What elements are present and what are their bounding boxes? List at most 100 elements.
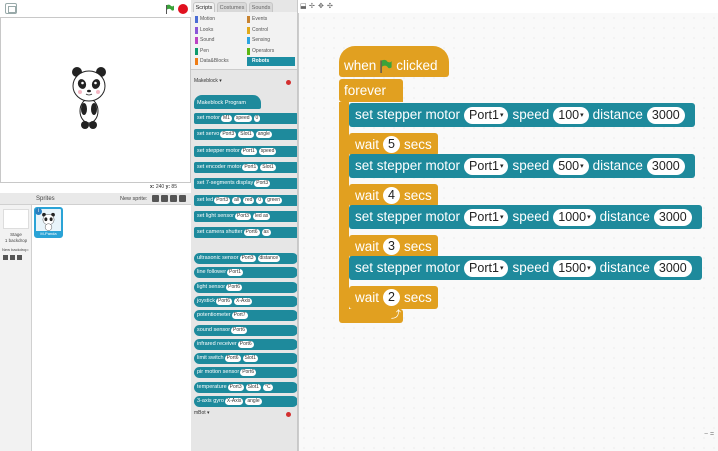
grow-icon[interactable]: ✥ — [318, 3, 324, 10]
palette-block-arg[interactable]: Port6 — [240, 369, 257, 377]
stage-canvas[interactable] — [0, 17, 191, 183]
speed-dropdown[interactable]: 1500 — [553, 259, 596, 277]
speed-dropdown[interactable]: 1000 — [553, 208, 596, 226]
palette-block-arg[interactable]: Port7 — [231, 312, 248, 320]
when-flag-clicked-block[interactable]: when clicked — [339, 46, 449, 77]
distance-input[interactable]: 3000 — [653, 259, 692, 277]
palette-block-arg[interactable]: as — [261, 229, 271, 237]
palette-block-arg[interactable]: X-Axis — [233, 297, 253, 305]
delete-tool-icon[interactable]: ✢ — [309, 3, 315, 10]
presentation-mode-icon[interactable] — [5, 3, 17, 14]
palette-block-arg[interactable]: Port6 — [231, 326, 247, 334]
palette-block-set-servo[interactable]: set servo Port3 Slot1 angle — [194, 129, 297, 141]
zoom-controls[interactable]: − = — [704, 431, 714, 438]
palette-block-sound-sensor[interactable]: sound sensor Port6 — [194, 324, 297, 336]
palette-block-arg[interactable]: Slot1 — [260, 163, 276, 171]
palette-block-arg[interactable]: angle — [245, 398, 262, 405]
palette-block-potentiometer[interactable]: potentiometer Port7 — [194, 310, 297, 322]
palette-block-arg[interactable]: Port6 — [224, 355, 241, 363]
palette-block-arg[interactable]: Port1 — [227, 269, 243, 277]
distance-input[interactable]: 3000 — [646, 157, 685, 175]
palette-block-limit-switch[interactable]: limit switch Port6 Slot1 — [194, 353, 297, 365]
backdrop-paint-icon[interactable] — [3, 255, 8, 260]
port-dropdown[interactable]: Port1 — [464, 259, 509, 277]
wait-secs-block[interactable]: wait 5 secs — [349, 133, 438, 156]
shrink-icon[interactable]: ✣ — [327, 3, 333, 10]
stop-icon[interactable] — [178, 4, 188, 14]
palette-block-arg[interactable]: X-Axis — [224, 398, 244, 405]
palette-block-arg[interactable]: Slot1 — [245, 383, 262, 391]
palette-block-ultrasonic-sensor[interactable]: ultrasonic sensor Port3 distance — [194, 253, 297, 264]
tab-sounds[interactable]: Sounds — [249, 2, 273, 12]
set-stepper-motor-block[interactable]: set stepper motorPort1speed100distance30… — [349, 103, 695, 127]
palette-block-set-motor[interactable]: set motor M1 speed 0 — [194, 113, 297, 124]
wait-secs-block[interactable]: wait 2 secs — [349, 286, 438, 309]
category-motion[interactable]: Motion — [195, 15, 243, 24]
palette-block-light-sensor[interactable]: light sensor Port6 — [194, 281, 297, 293]
stamp-icon[interactable] — [161, 195, 168, 202]
palette-block-arg[interactable]: Port6 — [216, 297, 232, 305]
port-dropdown[interactable]: Port1 — [464, 157, 509, 175]
palette-block-arg[interactable]: Port6 — [243, 229, 260, 237]
palette-block-set-camera-shutter[interactable]: set camera shutter Port6 as — [194, 227, 297, 239]
distance-input[interactable]: 3000 — [653, 208, 692, 226]
palette-block-infrared-receiver[interactable]: infrared receiver Port6 — [194, 338, 297, 350]
tab-scripts[interactable]: Scripts — [193, 2, 215, 12]
stamp-tool-icon[interactable]: ⬓ — [300, 3, 307, 10]
category-pen[interactable]: Pen — [195, 47, 243, 56]
palette-block-arg[interactable]: Port3 — [214, 196, 231, 204]
category-looks[interactable]: Looks — [195, 26, 243, 35]
palette-block-set-encoder-motor[interactable]: set encoder motor Port1 Slot1 — [194, 161, 297, 173]
palette-block-temperature[interactable]: temperature Port3 Slot1 °C — [194, 381, 297, 393]
palette-block-arg[interactable]: Port3 — [220, 131, 237, 139]
set-stepper-motor-block[interactable]: set stepper motorPort1speed1000distance3… — [349, 205, 702, 229]
palette-block-arg[interactable]: distance — [257, 255, 281, 262]
sprite-tile[interactable]: i M-Panda — [34, 207, 63, 238]
palette-block-set-light-sensor[interactable]: set light sensor Port3 led as — [194, 210, 297, 222]
palette-block-arg[interactable]: Slot1 — [238, 131, 254, 139]
paintbrush-icon[interactable] — [152, 195, 159, 202]
palette-block-joystick[interactable]: joystick Port6 X-Axis — [194, 295, 297, 307]
palette-block-arg[interactable]: Port1 — [242, 163, 259, 171]
port-dropdown[interactable]: Port1 — [464, 106, 509, 124]
palette-block-arg[interactable]: Slot1 — [242, 355, 258, 363]
scripts-area[interactable]: when clicked forever ⤴ set stepper motor… — [298, 13, 718, 451]
palette-block-arg[interactable]: Port3 — [227, 383, 244, 391]
port-dropdown[interactable]: Port1 — [464, 208, 509, 226]
palette-block-arg[interactable]: M1 — [220, 115, 232, 122]
green-flag-icon[interactable] — [165, 4, 175, 14]
makeblock-program-block[interactable]: Makeblock Program — [194, 95, 261, 109]
zoom-out-icon[interactable]: − — [704, 431, 708, 438]
set-stepper-motor-block[interactable]: set stepper motorPort1speed1500distance3… — [349, 256, 702, 280]
stage-thumbnail[interactable] — [3, 209, 29, 229]
palette-block-pir-motion-sensor[interactable]: pir motion sensor Port6 — [194, 367, 297, 379]
palette-block-set-led[interactable]: set led Port3 all red 0 green — [194, 194, 297, 206]
distance-input[interactable]: 3000 — [646, 106, 685, 124]
forever-block[interactable]: forever — [339, 79, 403, 102]
palette-block-arg[interactable]: Port6 — [237, 340, 254, 348]
wait-seconds-input[interactable]: 3 — [383, 238, 401, 255]
palette-block-set-stepper-motor[interactable]: set stepper motor Port1 speed — [194, 145, 297, 157]
palette-block-arg[interactable]: all — [232, 196, 242, 204]
extension-header-mbot[interactable]: mBot ▾ — [194, 410, 210, 416]
category-robots[interactable]: Robots — [247, 57, 295, 66]
palette-block-arg[interactable]: green — [265, 196, 282, 204]
folder-icon[interactable] — [170, 195, 177, 202]
category-control[interactable]: Control — [247, 26, 295, 35]
panda-sprite[interactable] — [69, 65, 109, 133]
category-operators[interactable]: Operators — [247, 47, 295, 56]
tab-costumes[interactable]: Costumes — [217, 2, 247, 12]
palette-block-3-axis-gyro[interactable]: 3-axis gyro X-Axis angle — [194, 396, 297, 407]
wait-seconds-input[interactable]: 2 — [383, 289, 401, 306]
palette-block-arg[interactable]: 0 — [256, 196, 264, 204]
palette-block-arg[interactable]: 0 — [253, 115, 261, 122]
palette-block-arg[interactable]: led as — [252, 212, 271, 220]
backdrop-folder-icon[interactable] — [10, 255, 15, 260]
stage-selector[interactable]: Stage 1 backdrop New backdrop: — [0, 205, 32, 451]
speed-dropdown[interactable]: 500 — [553, 157, 589, 175]
wait-seconds-input[interactable]: 5 — [383, 136, 401, 153]
palette-block-arg[interactable]: °C — [263, 383, 273, 391]
palette-block-arg[interactable]: red — [243, 196, 255, 204]
palette-block-arg[interactable]: Port1 — [240, 147, 257, 155]
palette-block-arg[interactable]: Port3 — [239, 255, 256, 262]
